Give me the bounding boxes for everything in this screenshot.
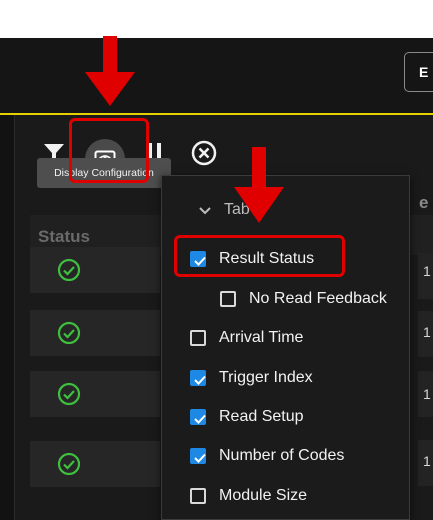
option-label: Number of Codes xyxy=(219,447,345,464)
table-row[interactable] xyxy=(30,371,160,417)
check-circle-icon xyxy=(57,452,81,476)
table-row[interactable] xyxy=(30,310,160,356)
option-arrival-time[interactable]: Arrival Time xyxy=(190,326,303,350)
checkbox-unchecked[interactable] xyxy=(190,488,206,504)
option-label: Read Setup xyxy=(219,408,304,425)
annotation-highlight-box xyxy=(69,118,149,183)
annotation-highlight-box xyxy=(174,235,345,277)
option-trigger-index[interactable]: Trigger Index xyxy=(190,366,313,390)
column-header-partial: e xyxy=(419,193,429,212)
table-row[interactable] xyxy=(30,441,160,487)
side-strip xyxy=(0,115,15,520)
annotation-arrow-icon xyxy=(234,147,284,223)
checkbox-checked[interactable] xyxy=(190,370,206,386)
top-header: E xyxy=(0,38,433,115)
option-read-setup[interactable]: Read Setup xyxy=(190,405,304,429)
option-module-size[interactable]: Module Size xyxy=(190,484,307,508)
option-number-of-codes[interactable]: Number of Codes xyxy=(190,444,344,468)
option-no-read-feedback[interactable]: No Read Feedback xyxy=(220,287,387,311)
status-column-header[interactable]: Status xyxy=(38,227,90,247)
table-cell-value: 1 xyxy=(423,324,431,340)
check-circle-icon xyxy=(57,258,81,282)
table-row[interactable] xyxy=(30,247,160,293)
clear-circle-x-icon[interactable] xyxy=(190,139,218,167)
table-cell-value: 1 xyxy=(423,453,431,469)
table-cell-value: 1 xyxy=(423,263,431,279)
display-configuration-menu: Tab Result Status No Read Feedback Arriv… xyxy=(161,175,410,520)
checkbox-unchecked[interactable] xyxy=(190,330,206,346)
table-cell-value: 1 xyxy=(423,386,431,402)
option-label: Module Size xyxy=(219,487,308,504)
annotation-arrow-icon xyxy=(85,36,135,106)
checkbox-checked[interactable] xyxy=(190,448,206,464)
check-circle-icon xyxy=(57,321,81,345)
checkbox-checked[interactable] xyxy=(190,409,206,425)
chevron-down-icon[interactable] xyxy=(198,204,212,218)
option-label: No Read Feedback xyxy=(249,290,387,307)
export-button[interactable]: E xyxy=(404,52,433,92)
check-circle-icon xyxy=(57,382,81,406)
option-label: Arrival Time xyxy=(219,329,304,346)
checkbox-unchecked[interactable] xyxy=(220,291,236,307)
option-label: Trigger Index xyxy=(219,369,313,386)
